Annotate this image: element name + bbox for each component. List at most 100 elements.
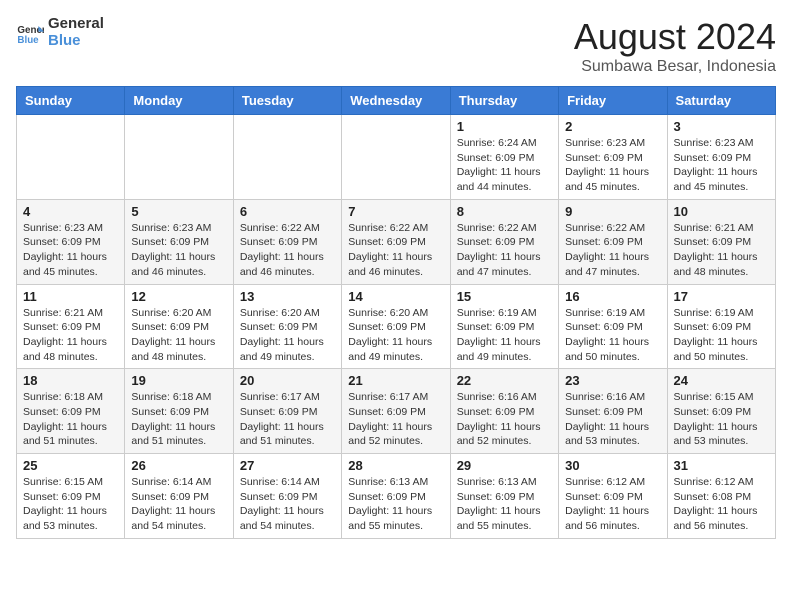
day-detail: Sunrise: 6:23 AMSunset: 6:09 PMDaylight:…: [565, 136, 660, 195]
day-cell: 26 Sunrise: 6:14 AMSunset: 6:09 PMDayligh…: [125, 454, 233, 539]
week-row-1: 1 Sunrise: 6:24 AMSunset: 6:09 PMDaylight…: [17, 115, 776, 200]
day-cell: 1 Sunrise: 6:24 AMSunset: 6:09 PMDaylight…: [450, 115, 558, 200]
day-detail: Sunrise: 6:17 AMSunset: 6:09 PMDaylight:…: [240, 390, 335, 449]
day-detail: Sunrise: 6:12 AMSunset: 6:09 PMDaylight:…: [565, 475, 660, 534]
day-number: 11: [23, 289, 118, 304]
logo: General Blue General Blue: [16, 16, 104, 49]
calendar-body: 1 Sunrise: 6:24 AMSunset: 6:09 PMDaylight…: [17, 115, 776, 539]
day-number: 22: [457, 373, 552, 388]
logo-icon: General Blue: [16, 19, 44, 47]
day-cell: 22Sunrise: 6:16 AMSunset: 6:09 PMDayligh…: [450, 369, 558, 454]
day-cell: [17, 115, 125, 200]
day-cell: 20 Sunrise: 6:17 AMSunset: 6:09 PMDayligh…: [233, 369, 341, 454]
day-number: 26: [131, 458, 226, 473]
day-cell: 2Sunrise: 6:23 AMSunset: 6:09 PMDaylight…: [559, 115, 667, 200]
svg-text:Blue: Blue: [17, 34, 39, 45]
day-cell: 15 Sunrise: 6:19 AMSunset: 6:09 PMDayligh…: [450, 284, 558, 369]
weekday-wednesday: Wednesday: [342, 87, 450, 115]
day-detail: Sunrise: 6:17 AMSunset: 6:09 PMDaylight:…: [348, 390, 443, 449]
day-cell: 24 Sunrise: 6:15 AMSunset: 6:09 PMDayligh…: [667, 369, 775, 454]
day-cell: 16 Sunrise: 6:19 AMSunset: 6:09 PMDayligh…: [559, 284, 667, 369]
week-row-2: 4 Sunrise: 6:23 AMSunset: 6:09 PMDaylight…: [17, 199, 776, 284]
day-cell: 12 Sunrise: 6:20 AMSunset: 6:09 PMDayligh…: [125, 284, 233, 369]
weekday-thursday: Thursday: [450, 87, 558, 115]
day-cell: [125, 115, 233, 200]
day-number: 8: [457, 204, 552, 219]
day-number: 31: [674, 458, 769, 473]
day-detail: Sunrise: 6:15 AMSunset: 6:09 PMDaylight:…: [674, 390, 769, 449]
day-cell: 27 Sunrise: 6:14 AMSunset: 6:09 PMDayligh…: [233, 454, 341, 539]
day-detail: Sunrise: 6:19 AMSunset: 6:09 PMDaylight:…: [674, 306, 769, 365]
day-number: 21: [348, 373, 443, 388]
day-cell: [342, 115, 450, 200]
calendar-table: SundayMondayTuesdayWednesdayThursdayFrid…: [16, 86, 776, 539]
day-detail: Sunrise: 6:15 AMSunset: 6:09 PMDaylight:…: [23, 475, 118, 534]
day-cell: 28Sunrise: 6:13 AMSunset: 6:09 PMDayligh…: [342, 454, 450, 539]
weekday-monday: Monday: [125, 87, 233, 115]
day-cell: 29 Sunrise: 6:13 AMSunset: 6:09 PMDayligh…: [450, 454, 558, 539]
day-cell: 31 Sunrise: 6:12 AMSunset: 6:08 PMDayligh…: [667, 454, 775, 539]
day-number: 16: [565, 289, 660, 304]
day-number: 23: [565, 373, 660, 388]
day-number: 14: [348, 289, 443, 304]
day-number: 4: [23, 204, 118, 219]
day-cell: 21 Sunrise: 6:17 AMSunset: 6:09 PMDayligh…: [342, 369, 450, 454]
day-number: 9: [565, 204, 660, 219]
day-number: 20: [240, 373, 335, 388]
day-cell: 18 Sunrise: 6:18 AMSunset: 6:09 PMDayligh…: [17, 369, 125, 454]
day-number: 19: [131, 373, 226, 388]
day-number: 10: [674, 204, 769, 219]
day-number: 3: [674, 119, 769, 134]
day-number: 15: [457, 289, 552, 304]
day-detail: Sunrise: 6:20 AMSunset: 6:09 PMDaylight:…: [131, 306, 226, 365]
day-number: 17: [674, 289, 769, 304]
day-detail: Sunrise: 6:24 AMSunset: 6:09 PMDaylight:…: [457, 136, 552, 195]
day-number: 6: [240, 204, 335, 219]
day-detail: Sunrise: 6:23 AMSunset: 6:09 PMDaylight:…: [23, 221, 118, 280]
day-number: 7: [348, 204, 443, 219]
subtitle: Sumbawa Besar, Indonesia: [574, 58, 776, 76]
day-cell: 6 Sunrise: 6:22 AMSunset: 6:09 PMDaylight…: [233, 199, 341, 284]
day-detail: Sunrise: 6:14 AMSunset: 6:09 PMDaylight:…: [131, 475, 226, 534]
day-detail: Sunrise: 6:22 AMSunset: 6:09 PMDaylight:…: [240, 221, 335, 280]
day-number: 30: [565, 458, 660, 473]
day-number: 28: [348, 458, 443, 473]
day-detail: Sunrise: 6:13 AMSunset: 6:09 PMDaylight:…: [457, 475, 552, 534]
weekday-saturday: Saturday: [667, 87, 775, 115]
day-detail: Sunrise: 6:18 AMSunset: 6:09 PMDaylight:…: [23, 390, 118, 449]
day-cell: 13 Sunrise: 6:20 AMSunset: 6:09 PMDayligh…: [233, 284, 341, 369]
day-cell: 5Sunrise: 6:23 AMSunset: 6:09 PMDaylight…: [125, 199, 233, 284]
weekday-tuesday: Tuesday: [233, 87, 341, 115]
weekday-header-row: SundayMondayTuesdayWednesdayThursdayFrid…: [17, 87, 776, 115]
day-number: 5: [131, 204, 226, 219]
day-cell: 3 Sunrise: 6:23 AMSunset: 6:09 PMDaylight…: [667, 115, 775, 200]
day-detail: Sunrise: 6:23 AMSunset: 6:09 PMDaylight:…: [674, 136, 769, 195]
day-number: 18: [23, 373, 118, 388]
day-cell: 4 Sunrise: 6:23 AMSunset: 6:09 PMDaylight…: [17, 199, 125, 284]
day-detail: Sunrise: 6:19 AMSunset: 6:09 PMDaylight:…: [457, 306, 552, 365]
day-number: 27: [240, 458, 335, 473]
day-detail: Sunrise: 6:22 AMSunset: 6:09 PMDaylight:…: [348, 221, 443, 280]
day-number: 13: [240, 289, 335, 304]
weekday-sunday: Sunday: [17, 87, 125, 115]
day-detail: Sunrise: 6:16 AMSunset: 6:09 PMDaylight:…: [565, 390, 660, 449]
day-detail: Sunrise: 6:20 AMSunset: 6:09 PMDaylight:…: [240, 306, 335, 365]
day-detail: Sunrise: 6:19 AMSunset: 6:09 PMDaylight:…: [565, 306, 660, 365]
day-detail: Sunrise: 6:18 AMSunset: 6:09 PMDaylight:…: [131, 390, 226, 449]
logo-line2: Blue: [48, 33, 104, 50]
day-cell: 19 Sunrise: 6:18 AMSunset: 6:09 PMDayligh…: [125, 369, 233, 454]
day-detail: Sunrise: 6:22 AMSunset: 6:09 PMDaylight:…: [565, 221, 660, 280]
day-cell: 30 Sunrise: 6:12 AMSunset: 6:09 PMDayligh…: [559, 454, 667, 539]
title-area: August 2024 Sumbawa Besar, Indonesia: [574, 16, 776, 76]
day-number: 12: [131, 289, 226, 304]
day-number: 24: [674, 373, 769, 388]
weekday-friday: Friday: [559, 87, 667, 115]
day-detail: Sunrise: 6:12 AMSunset: 6:08 PMDaylight:…: [674, 475, 769, 534]
calendar-header: SundayMondayTuesdayWednesdayThursdayFrid…: [17, 87, 776, 115]
day-detail: Sunrise: 6:20 AMSunset: 6:09 PMDaylight:…: [348, 306, 443, 365]
day-number: 29: [457, 458, 552, 473]
day-detail: Sunrise: 6:14 AMSunset: 6:09 PMDaylight:…: [240, 475, 335, 534]
day-cell: 9 Sunrise: 6:22 AMSunset: 6:09 PMDaylight…: [559, 199, 667, 284]
logo-line1: General: [48, 16, 104, 33]
day-number: 1: [457, 119, 552, 134]
